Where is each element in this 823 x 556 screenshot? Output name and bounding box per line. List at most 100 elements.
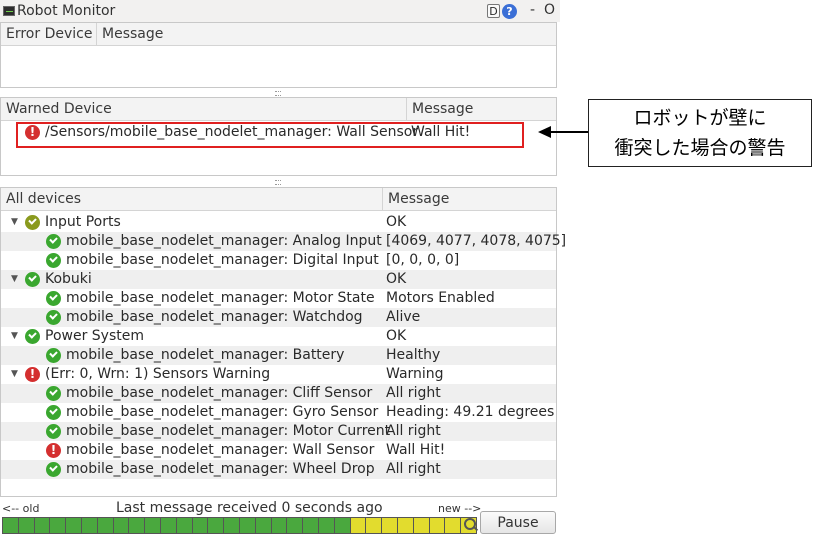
device-tree-row[interactable]: mobile_base_nodelet_manager: Battery Heal… [1,346,556,365]
timeline-segment[interactable] [303,518,318,533]
device-tree-row[interactable]: ▼ (Err: 0, Wrn: 1) Sensors Warning Warning [1,365,556,384]
device-name: mobile_base_nodelet_manager: Motor Curre… [66,423,391,439]
timeline-segment[interactable] [334,518,350,533]
ok-icon [46,234,61,249]
magnifier-icon[interactable] [464,518,476,530]
timeline-segment[interactable] [413,518,429,533]
device-tree-row[interactable]: mobile_base_nodelet_manager: Watchdog Ali… [1,308,556,327]
device-name: mobile_base_nodelet_manager: Watchdog [66,309,363,325]
device-name: mobile_base_nodelet_manager: Gyro Sensor [66,404,379,420]
timeline-segment[interactable] [81,518,97,533]
timeline-segment[interactable] [366,518,382,533]
timeline-segment[interactable] [318,518,334,533]
device-message: [0, 0, 0, 0] [386,252,460,268]
device-tree-row[interactable]: ▼ Kobuki OK [1,270,556,289]
timeline-segment[interactable] [18,518,34,533]
status-text: Last message received 0 seconds ago [116,500,383,516]
expand-arrow-icon[interactable]: ▼ [11,270,18,289]
device-message: [4069, 4077, 4078, 4075] [386,233,567,249]
device-message: Wall Hit! [386,442,446,458]
ok-icon [46,405,61,420]
device-message: Alive [386,309,421,325]
device-message: All right [386,461,441,477]
timeline-segment[interactable] [176,518,192,533]
device-tree-row[interactable]: mobile_base_nodelet_manager: Motor State… [1,289,556,308]
timeline-segment[interactable] [287,518,303,533]
device-name: Input Ports [45,214,121,230]
timeline-segment[interactable] [239,518,255,533]
splitter-handle[interactable] [275,91,281,96]
highlight-box [16,122,524,148]
device-tree-row[interactable]: mobile_base_nodelet_manager: Digital Inp… [1,251,556,270]
device-message: Warning [386,366,444,382]
callout-annotation: ロボットが壁に 衝突した場合の警告 [588,99,812,167]
error-icon [25,365,40,384]
splitter-handle[interactable] [275,180,281,185]
device-tree-row[interactable]: mobile_base_nodelet_manager: Wall Sensor… [1,441,556,460]
all-devices-column-header[interactable]: All devices [1,188,382,210]
callout-line-2: 衝突した場合の警告 [614,137,786,159]
timeline-segment[interactable] [113,518,129,533]
timeline-segment[interactable] [129,518,145,533]
window-title: Robot Monitor [17,3,116,19]
timeline-segment[interactable] [208,518,224,533]
device-tree-row[interactable]: mobile_base_nodelet_manager: Cliff Senso… [1,384,556,403]
timeline-segment[interactable] [50,518,66,533]
ok-icon [46,310,61,325]
device-name: mobile_base_nodelet_manager: Battery [66,347,345,363]
device-tree-row[interactable]: ▼ Input Ports OK [1,213,556,232]
timeline-old-label: <-- old [2,502,40,515]
error-icon [46,441,61,460]
all-devices-table[interactable]: All devices Message ▼ Input Ports OK mobile… [0,187,566,497]
timeline-segment[interactable] [34,518,50,533]
device-name: mobile_base_nodelet_manager: Motor State [66,290,375,306]
timeline-segment[interactable] [397,518,413,533]
timeline-segment[interactable] [192,518,208,533]
timeline-segment[interactable] [445,518,461,533]
ok-icon [46,386,61,401]
timeline-segment[interactable] [160,518,176,533]
error-device-column-header[interactable]: Error Device [1,23,96,45]
device-name: mobile_base_nodelet_manager: Digital Inp… [66,252,379,268]
d-button[interactable]: D [487,4,500,18]
expand-arrow-icon[interactable]: ▼ [11,213,18,232]
callout-line-1: ロボットが壁に [633,107,767,129]
error-message-column-header[interactable]: Message [96,23,556,45]
close-button[interactable]: O [544,2,555,18]
timeline-segment[interactable] [145,518,160,533]
minimize-button[interactable]: - [530,2,535,18]
device-tree-row[interactable]: mobile_base_nodelet_manager: Analog Inpu… [1,232,566,251]
timeline-segment[interactable] [271,518,287,533]
help-icon[interactable]: ? [502,4,517,19]
device-name: Kobuki [45,271,92,287]
device-tree-row[interactable]: mobile_base_nodelet_manager: Gyro Sensor… [1,403,556,422]
error-device-table[interactable]: Error Device Message [0,22,557,88]
warned-device-column-header[interactable]: Warned Device [1,98,406,120]
device-tree-row[interactable]: ▼ Power System OK [1,327,556,346]
pause-button[interactable]: Pause [480,511,556,534]
timeline-segment[interactable] [3,518,18,533]
device-name: mobile_base_nodelet_manager: Wall Sensor [66,442,375,458]
timeline-segment[interactable] [350,518,366,533]
timeline-segment[interactable] [255,518,271,533]
all-message-column-header[interactable]: Message [382,188,556,210]
timeline-segment[interactable] [66,518,81,533]
ok-icon [25,215,40,230]
device-tree-row[interactable]: mobile_base_nodelet_manager: Motor Curre… [1,422,556,441]
timeline-segment[interactable] [224,518,239,533]
ok-icon [46,348,61,363]
expand-arrow-icon[interactable]: ▼ [11,327,18,346]
error-table-header: Error Device Message [1,23,556,46]
device-name: mobile_base_nodelet_manager: Cliff Senso… [66,385,373,401]
device-message: OK [386,271,407,287]
message-timeline[interactable] [2,517,477,534]
device-name: Power System [45,328,144,344]
ok-icon [46,253,61,268]
expand-arrow-icon[interactable]: ▼ [11,365,18,384]
timeline-segment[interactable] [97,518,113,533]
timeline-segment[interactable] [382,518,397,533]
timeline-segment[interactable] [429,518,445,533]
warn-message-column-header[interactable]: Message [406,98,556,120]
device-tree-row[interactable]: mobile_base_nodelet_manager: Wheel Drop A… [1,460,556,479]
ok-icon [46,291,61,306]
